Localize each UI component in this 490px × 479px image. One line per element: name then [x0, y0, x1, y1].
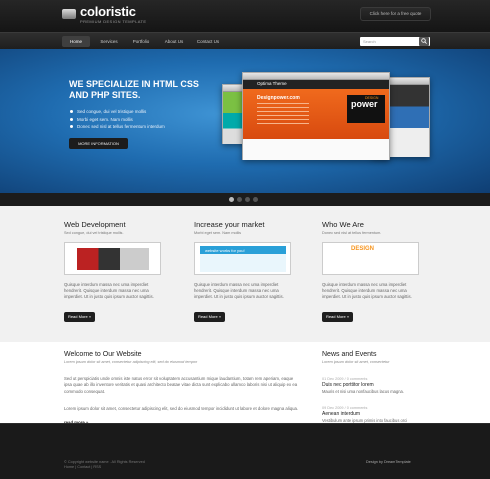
- welcome-paragraph: Sed ut perspiciatis unde omnis iste natu…: [64, 376, 298, 394]
- feature-title: Who We Are: [322, 220, 364, 229]
- welcome-subtitle: Lorem ipsum dolor sit amet, consectetur …: [64, 360, 198, 364]
- mockup-power-text: power: [351, 99, 378, 109]
- footer-links[interactable]: Home | Contact | RSS: [64, 465, 101, 469]
- hero-title: WE SPECIALIZE IN HTML CSS AND PHP SITES.: [69, 79, 199, 100]
- feature-text: Quisque interdum massa nec uma imperdiet…: [322, 282, 412, 300]
- read-more-button[interactable]: Read More »: [322, 312, 353, 322]
- news-headline[interactable]: Duis nec porttitor lorem: [322, 382, 432, 389]
- slider-pager: [0, 193, 490, 206]
- welcome-paragraph: Lorem ipsum dolor sit amet, consectetur …: [64, 406, 299, 411]
- slide-dot-1[interactable]: [229, 197, 234, 202]
- nav-item-portfolio[interactable]: Portfolio: [128, 36, 154, 47]
- magnifier-icon: [421, 38, 427, 44]
- read-more-button[interactable]: Read More »: [194, 312, 225, 322]
- hero-bullet: Sed congue, dui vel tristique mollis: [69, 108, 165, 116]
- hero-banner: WE SPECIALIZE IN HTML CSS AND PHP SITES.…: [0, 49, 490, 193]
- footer: © Copyright website name . All Rights Re…: [0, 423, 490, 479]
- feature-title: Increase your market: [194, 220, 265, 229]
- nav-item-home[interactable]: Home: [62, 36, 90, 47]
- logo-subtitle: PREMIUM DESIGN TEMPLATE: [80, 19, 147, 24]
- slide-dot-4[interactable]: [253, 197, 258, 202]
- feature-subtitle: Sed congue, dui vel tristique mollis.: [64, 231, 124, 235]
- logo-icon: [62, 9, 76, 19]
- news-item: 09 Dec 2009 / 0 comments Aenean interdum…: [322, 405, 432, 424]
- news-text: Mauris et nisi uma nonfaucibus lacus mag…: [322, 389, 404, 394]
- mockup-power-graphic: DESIGN power: [347, 95, 385, 123]
- footer-design-credit[interactable]: Design by DreamTemplate: [366, 460, 411, 464]
- news-title: News and Events: [322, 351, 377, 358]
- free-quote-button[interactable]: Click here for a free quote: [360, 7, 431, 21]
- logo-title[interactable]: coloristic: [80, 4, 136, 19]
- hero-bullet: Morbi eget sem. Nam mollis: [69, 116, 165, 124]
- nav-item-contact-us[interactable]: Contact Us: [193, 36, 223, 47]
- feature-subtitle: Donec sed nisl at tellus fermentum.: [322, 231, 382, 235]
- header: coloristic PREMIUM DESIGN TEMPLATE Click…: [0, 0, 490, 32]
- mockup-brand: Optima Theme: [257, 81, 287, 86]
- mockup-window-main: Optima Theme Designpower.com DESIGN powe…: [242, 72, 390, 160]
- read-more-button[interactable]: Read More »: [64, 312, 95, 322]
- thumb-caption: website works for you!: [205, 248, 245, 253]
- feature-text: Quisque interdum massa nec uma imperdiet…: [194, 282, 284, 300]
- nav-item-about-us[interactable]: About Us: [161, 36, 187, 47]
- feature-text: Quisque interdum massa nec uma imperdiet…: [64, 282, 154, 300]
- feature-thumbnail[interactable]: [64, 242, 161, 275]
- content-section: Welcome to Our Website Lorem ipsum dolor…: [0, 342, 490, 423]
- search-button[interactable]: [419, 37, 429, 46]
- news-subtitle: Lorem ipsum dolor sit amet, consectetur: [322, 360, 390, 364]
- feature-thumbnail[interactable]: DESIGN power: [322, 242, 419, 275]
- main-nav: Home Services Portfolio About Us Contact…: [0, 32, 490, 49]
- feature-title: Web Development: [64, 220, 126, 229]
- news-headline[interactable]: Aenean interdum: [322, 411, 432, 418]
- hero-bullet: Donec sed nisl at tellus fermentum inter…: [69, 123, 165, 131]
- welcome-title: Welcome to Our Website: [64, 351, 142, 358]
- thumb-power-text: power: [343, 252, 382, 267]
- slide-dot-3[interactable]: [245, 197, 250, 202]
- mockup-site-name: Designpower.com: [257, 95, 300, 101]
- slide-dot-2[interactable]: [237, 197, 242, 202]
- hero-bullet-list: Sed congue, dui vel tristique mollis Mor…: [69, 108, 165, 131]
- nav-item-services[interactable]: Services: [96, 36, 122, 47]
- more-information-button[interactable]: MORE INFORMATION: [69, 138, 128, 149]
- feature-subtitle: Morbi eget sem. Nam mollis: [194, 231, 242, 235]
- news-item: 01 Dec 2009 / 0 comments Duis nec portti…: [322, 376, 432, 395]
- search-placeholder: Search: [363, 39, 376, 44]
- features-section: Web Development Sed congue, dui vel tris…: [0, 206, 490, 342]
- feature-thumbnail[interactable]: website works for you!: [194, 242, 291, 275]
